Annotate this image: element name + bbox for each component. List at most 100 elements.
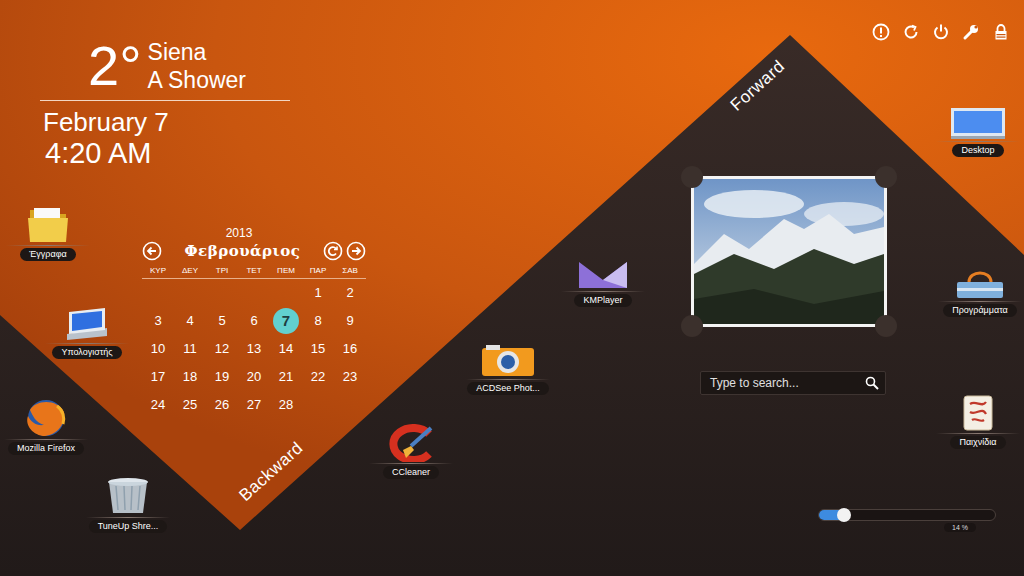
calendar-day[interactable]: 11 [177,336,203,362]
empty-cell [145,280,171,306]
desktop-icon[interactable]: Προγράμματα [930,270,1024,317]
calendar-week: 2425262728 [142,391,366,419]
calendar-day[interactable]: 6 [241,308,267,334]
lock-icon[interactable] [992,23,1010,41]
next-month-icon[interactable] [346,241,366,261]
calendar-day[interactable]: 21 [273,364,299,390]
desktop-icon[interactable]: KMPlayer [553,260,653,307]
search-placeholder: Type to search... [710,376,799,390]
calendar-day[interactable]: 28 [273,392,299,418]
desktop-icon[interactable]: ACDSee Phot... [458,344,558,395]
weekday: ΠΑΡ [302,266,334,276]
mahjong-tile-icon [958,394,998,432]
previous-month-icon[interactable] [142,241,162,261]
calendar-day[interactable]: 25 [177,392,203,418]
icon-shelf [936,433,1020,434]
volume-slider[interactable]: 14 % [818,509,996,532]
calendar: 2013 Φεβρουάριος ΚΥΡΔΕΥΤΡΙΤΕΤΠΕΜΠΑΡΣΑΒ 1… [142,226,366,419]
desktop-icon-label: ACDSee Phot... [467,382,549,395]
camera-icon [480,344,536,378]
calendar-day[interactable]: 20 [241,364,267,390]
weekday: ΣΑΒ [334,266,366,276]
kmplayer-icon [577,260,629,290]
power-icon[interactable] [932,23,950,41]
date: February 7 [40,107,290,137]
calendar-day[interactable]: 22 [305,364,331,390]
calendar-day[interactable]: 8 [305,308,331,334]
volume-track[interactable] [818,509,996,521]
city: Siena [148,38,246,66]
calendar-day[interactable]: 1 [305,280,331,306]
calendar-day[interactable]: 18 [177,364,203,390]
volume-knob[interactable] [837,508,851,522]
calendar-day[interactable]: 16 [337,336,363,362]
icon-shelf [6,245,90,246]
weekday: ΤΡΙ [206,266,238,276]
desktop-icon [949,106,1007,140]
today-refresh-icon[interactable] [323,241,343,261]
calendar-day[interactable]: 2 [337,280,363,306]
calendar-day[interactable]: 13 [241,336,267,362]
ccleaner-icon [385,424,437,462]
calendar-week: 10111213141516 [142,335,366,363]
temperature: 2° [88,36,142,96]
desktop-icon[interactable]: Desktop [928,106,1024,157]
desktop-icon-label: CCleaner [383,466,439,479]
desktop-icon[interactable]: Έγγραφα [0,204,98,261]
icon-shelf [938,301,1022,302]
icon-shelf [45,343,129,344]
calendar-day[interactable]: 15 [305,336,331,362]
desktop-icon[interactable]: Mozilla Firefox [0,398,96,455]
calendar-day[interactable]: 24 [145,392,171,418]
info-icon[interactable] [872,23,890,41]
desktop-icon[interactable]: Παιχνίδια [928,394,1024,449]
time: 4:20 AM [40,137,290,170]
desktop: 2° Siena A Shower February 7 4:20 AM 201… [0,0,1024,576]
desktop-icon-label: Desktop [952,144,1003,157]
mountain-photo [694,179,884,324]
weekday: ΚΥΡ [142,266,174,276]
calendar-day[interactable]: 23 [337,364,363,390]
magnifier-icon[interactable] [865,376,879,390]
firefox-icon [17,398,75,438]
volume-reading: 14 % [944,523,976,532]
photo-corner [681,166,703,188]
computer-icon [59,306,115,342]
empty-cell [209,280,235,306]
icon-shelf [86,517,170,518]
settings-wrench-icon[interactable] [962,23,980,41]
restart-icon[interactable] [902,23,920,41]
empty-cell [305,392,331,418]
calendar-day[interactable]: 5 [209,308,235,334]
icon-shelf [369,463,453,464]
weekday: ΤΕΤ [238,266,270,276]
calendar-day[interactable]: 7 [273,308,299,334]
search-field[interactable]: Type to search... [700,371,886,395]
desktop-icon-label: Mozilla Firefox [8,442,84,455]
icon-shelf [561,291,645,292]
calendar-week: 3456789 [142,307,366,335]
desktop-icon[interactable]: Υπολογιστής [37,306,137,359]
calendar-day[interactable]: 12 [209,336,235,362]
calendar-day[interactable]: 26 [209,392,235,418]
empty-cell [177,280,203,306]
calendar-day[interactable]: 3 [145,308,171,334]
calendar-day[interactable]: 4 [177,308,203,334]
calendar-week: 12 [142,279,366,307]
icon-shelf [4,439,88,440]
desktop-icon[interactable]: TuneUp Shre... [78,476,178,533]
calendar-day[interactable]: 19 [209,364,235,390]
calendar-day[interactable]: 10 [145,336,171,362]
divider [40,100,290,101]
calendar-day[interactable]: 17 [145,364,171,390]
calendar-day[interactable]: 14 [273,336,299,362]
desktop-icon-label: Προγράμματα [943,304,1017,317]
folder-icon [26,204,70,244]
programs-bag-icon [953,270,1007,300]
empty-cell [273,280,299,306]
empty-cell [241,280,267,306]
calendar-day[interactable]: 27 [241,392,267,418]
calendar-day[interactable]: 9 [337,308,363,334]
desktop-icon[interactable]: CCleaner [361,424,461,479]
photo-corner [875,315,897,337]
